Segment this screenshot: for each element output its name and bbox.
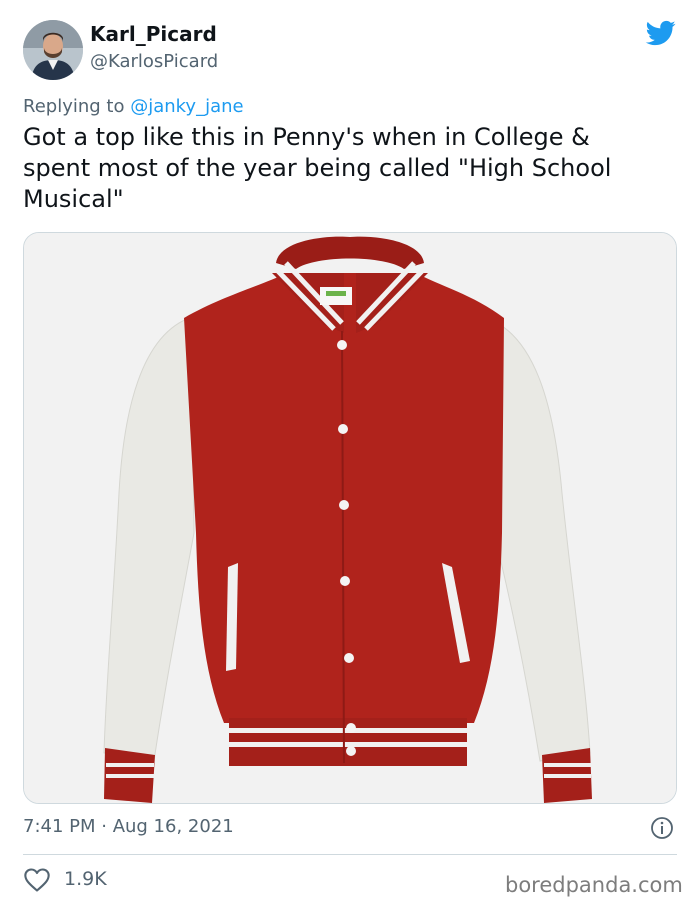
divider xyxy=(23,854,677,855)
varsity-jacket-photo xyxy=(24,233,676,803)
twitter-bird-icon xyxy=(645,20,676,46)
profile-photo xyxy=(23,20,83,80)
avatar[interactable] xyxy=(23,20,83,80)
author-display-name[interactable]: Karl_Picard xyxy=(90,22,217,46)
info-icon[interactable] xyxy=(650,816,674,840)
heart-outline-icon[interactable] xyxy=(23,867,51,893)
like-count[interactable]: 1.9K xyxy=(64,868,107,890)
author-handle[interactable]: @KarlosPicard xyxy=(90,51,218,72)
left-cuff xyxy=(104,748,155,803)
right-cuff xyxy=(542,748,592,803)
tweet-timestamp[interactable]: 7:41 PM · Aug 16, 2021 xyxy=(23,816,234,837)
reply-mention-link[interactable]: @janky_jane xyxy=(130,96,243,117)
reply-prefix: Replying to xyxy=(23,96,131,117)
left-pocket xyxy=(226,563,238,671)
watermark: boredpanda.com xyxy=(505,873,683,897)
tweet-text: Got a top like this in Penny's when in C… xyxy=(23,123,612,213)
tweet-media-image[interactable] xyxy=(23,232,677,804)
replying-to: Replying to @janky_jane xyxy=(23,96,244,117)
